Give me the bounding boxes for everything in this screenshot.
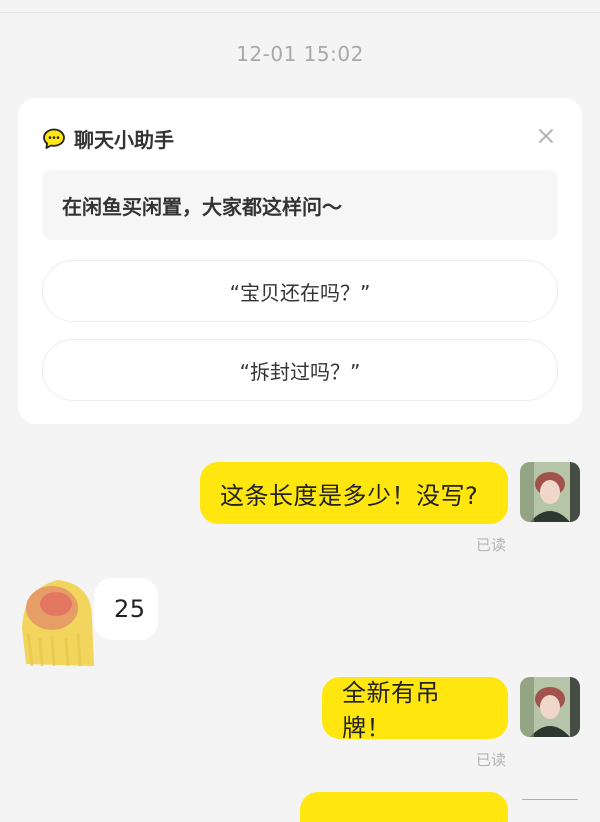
my-avatar[interactable] <box>520 677 580 737</box>
message-text: 全新有吊牌！ <box>342 679 440 742</box>
top-divider <box>0 0 600 13</box>
helper-intro-text: 在闲鱼买闲置，大家都这样问～ <box>42 170 558 240</box>
read-status: 已读 <box>476 536 507 554</box>
outgoing-message-bubble[interactable]: 全新有吊牌！ <box>322 677 508 742</box>
my-avatar[interactable] <box>520 462 580 522</box>
seller-avatar-icon <box>18 578 96 668</box>
outgoing-message-bubble[interactable]: 这条长度是多少！没写? <box>200 462 508 524</box>
incoming-message-bubble[interactable]: 25 <box>94 578 158 640</box>
suggested-question-button[interactable]: “宝贝还在吗？” <box>42 260 558 322</box>
message-text: 25 <box>114 595 146 623</box>
chat-helper-header: 聊天小助手 <box>42 124 174 153</box>
my-avatar-partial[interactable] <box>520 792 580 800</box>
outgoing-message-bubble-partial[interactable] <box>300 792 508 822</box>
read-status: 已读 <box>476 751 507 769</box>
user-avatar-icon <box>520 462 580 522</box>
close-icon <box>539 129 553 143</box>
chat-bubble-icon <box>43 128 65 149</box>
chat-helper-card: 聊天小助手 在闲鱼买闲置，大家都这样问～ “宝贝还在吗？” “拆封过吗？” <box>18 98 582 424</box>
message-text: 这条长度是多少！没写? <box>220 481 479 510</box>
close-helper-button[interactable] <box>534 124 558 148</box>
message-timestamp: 12-01 15:02 <box>236 42 364 66</box>
suggested-question-button[interactable]: “拆封过吗？” <box>42 339 558 401</box>
user-avatar-icon <box>520 677 580 737</box>
chat-helper-title: 聊天小助手 <box>74 128 174 152</box>
seller-avatar[interactable] <box>18 578 96 668</box>
